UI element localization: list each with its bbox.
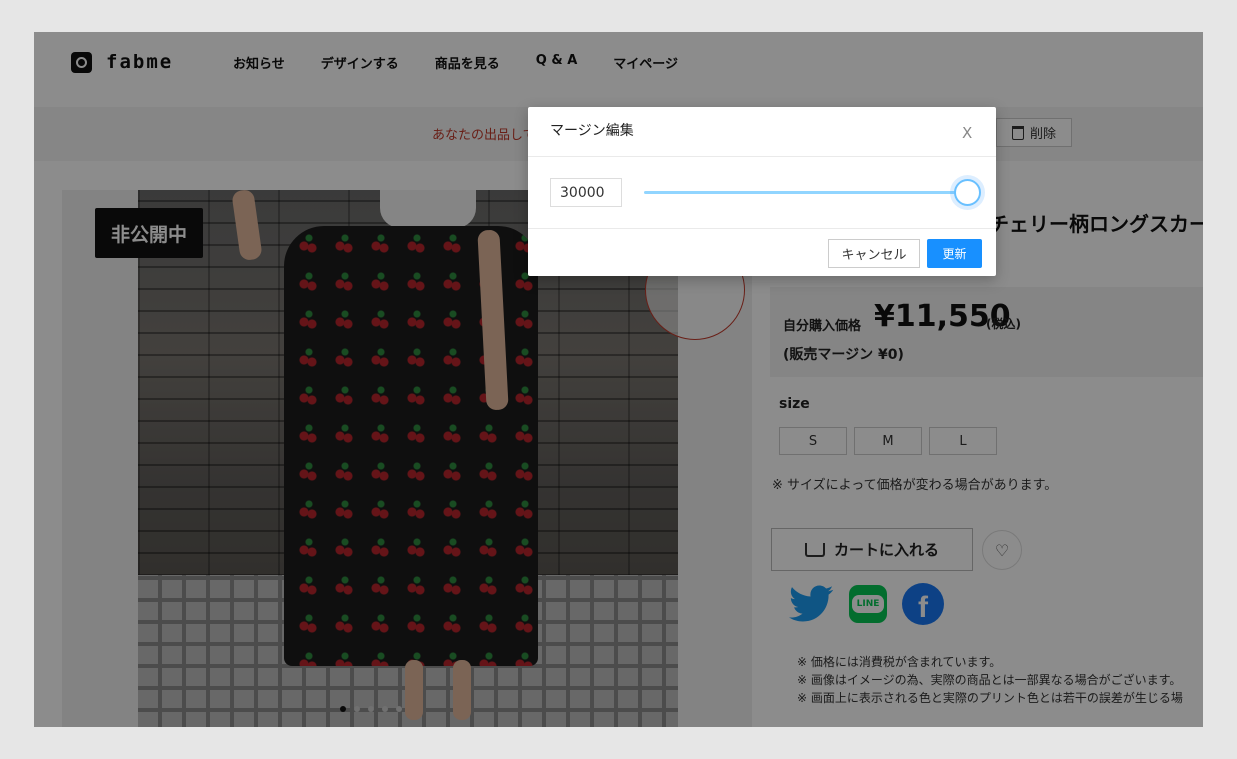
margin-slider-handle[interactable] (954, 179, 981, 206)
update-button[interactable]: 更新 (927, 239, 982, 268)
modal-footer: キャンセル 更新 (528, 229, 996, 276)
margin-input[interactable] (550, 178, 622, 207)
cancel-button[interactable]: キャンセル (828, 239, 920, 268)
modal-title: マージン編集 (550, 123, 634, 139)
modal-body (528, 157, 996, 229)
close-icon[interactable]: X (962, 124, 972, 142)
margin-edit-modal: マージン編集 X キャンセル 更新 (528, 107, 996, 276)
modal-header: マージン編集 X (528, 107, 996, 157)
margin-slider-track[interactable] (644, 191, 968, 194)
